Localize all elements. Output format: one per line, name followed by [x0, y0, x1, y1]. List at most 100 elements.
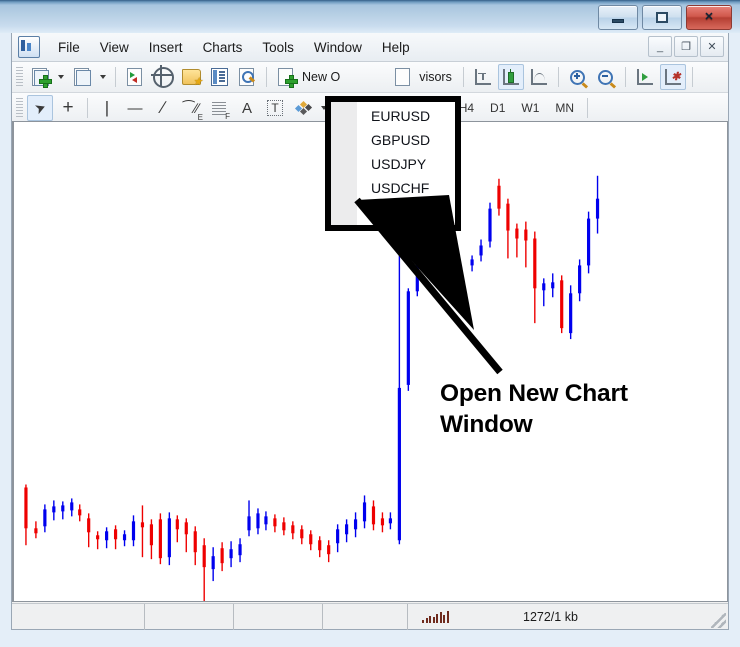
- trendline-icon: ∕: [161, 98, 165, 117]
- status-cell-3: [234, 603, 323, 630]
- toolbar-separator: [624, 67, 626, 87]
- profiles-dropdown-arrow[interactable]: [100, 75, 106, 79]
- menu-item-gbpusd[interactable]: GBPUSD: [357, 128, 455, 152]
- market-watch-icon: [126, 68, 145, 86]
- zoom-out-button[interactable]: [593, 64, 619, 90]
- auto-scroll-button[interactable]: [632, 64, 658, 90]
- menu-insert[interactable]: Insert: [139, 36, 193, 59]
- menu-help[interactable]: Help: [372, 36, 420, 59]
- folder-star-icon: ★: [181, 69, 203, 88]
- text-tool-button[interactable]: A: [234, 95, 260, 121]
- window-controls: ✕: [598, 5, 732, 30]
- timeframe-w1[interactable]: W1: [514, 97, 546, 119]
- navigator-button[interactable]: [234, 64, 260, 90]
- toolbar-grip[interactable]: [16, 98, 23, 118]
- candle-body: [353, 519, 358, 530]
- data-window-icon: [210, 68, 228, 86]
- horizontal-line-button[interactable]: —: [122, 95, 148, 121]
- text-icon: A: [241, 99, 252, 117]
- cursor-tool-button[interactable]: ➤: [27, 95, 53, 121]
- data-window-button[interactable]: [206, 64, 232, 90]
- text-label-button[interactable]: T: [262, 95, 288, 121]
- menu-item-eurusd[interactable]: EURUSD: [357, 104, 455, 128]
- menu-view[interactable]: View: [90, 36, 139, 59]
- standard-toolbar: ★ New O visors ✱: [12, 62, 728, 93]
- maximize-icon: [656, 12, 668, 23]
- zoom-in-button[interactable]: [565, 64, 591, 90]
- vertical-line-button[interactable]: |: [94, 95, 120, 121]
- expert-advisors-button[interactable]: [390, 64, 416, 90]
- bar-chart-icon: [473, 68, 492, 86]
- candle-body: [87, 518, 91, 533]
- candle-body: [61, 505, 65, 512]
- fibonacci-button[interactable]: F: [206, 95, 232, 121]
- resize-grip[interactable]: [711, 613, 726, 628]
- zoom-out-icon: [598, 69, 614, 85]
- toolbar-grip[interactable]: [16, 67, 23, 87]
- candle-body: [193, 531, 197, 553]
- toolbar-separator: [87, 98, 88, 118]
- chart-shift-icon: ✱: [663, 68, 682, 86]
- candle-body: [595, 198, 600, 219]
- candle-body: [273, 518, 277, 527]
- menu-bar: File View Insert Charts Tools Window Hel…: [12, 33, 728, 62]
- status-cell-1: [12, 603, 145, 630]
- window-close-button[interactable]: ✕: [686, 5, 732, 30]
- timeframe-mn[interactable]: MN: [548, 97, 581, 119]
- chart-shift-button[interactable]: ✱: [659, 64, 686, 90]
- new-order-button[interactable]: [273, 64, 299, 90]
- candle-body: [309, 534, 313, 545]
- candle-body: [238, 544, 242, 556]
- candle-body: [220, 548, 224, 564]
- shapes-button[interactable]: [290, 95, 316, 121]
- shapes-icon: [294, 100, 312, 116]
- mdi-minimize-button[interactable]: _: [648, 36, 672, 57]
- candle-body: [318, 540, 322, 551]
- menu-charts[interactable]: Charts: [193, 36, 253, 59]
- menu-item-audusd[interactable]: AUDUSD: [357, 200, 455, 224]
- cursor-icon: ➤: [32, 98, 49, 119]
- candle-body: [371, 506, 376, 525]
- candle-body: [345, 524, 349, 535]
- mdi-restore-button[interactable]: ❐: [674, 36, 698, 57]
- elliott-wave-button[interactable]: ⁀∕∕ E: [178, 95, 204, 122]
- new-chart-button[interactable]: [27, 64, 53, 90]
- market-watch-button[interactable]: [122, 64, 148, 90]
- menu-item-usdjpy[interactable]: USDJPY: [357, 152, 455, 176]
- menu-file[interactable]: File: [48, 36, 90, 59]
- candle-body: [70, 502, 74, 511]
- bar-chart-button[interactable]: [470, 64, 496, 90]
- status-cell-4: [323, 603, 408, 630]
- status-cell-2: [145, 603, 234, 630]
- candle-body: [140, 522, 145, 528]
- favorites-button[interactable]: ★: [178, 64, 204, 90]
- menu-tools[interactable]: Tools: [252, 36, 304, 59]
- new-chart-symbol-menu[interactable]: EURUSD GBPUSD USDJPY USDCHF AUDUSD: [325, 96, 461, 231]
- window-maximize-button[interactable]: [642, 5, 682, 30]
- menu-window[interactable]: Window: [304, 36, 372, 59]
- window-minimize-button[interactable]: [598, 5, 638, 30]
- crosshair-icon: +: [62, 97, 74, 118]
- symbol-list: EURUSD GBPUSD USDJPY USDCHF AUDUSD: [357, 102, 455, 225]
- new-chart-dropdown-arrow[interactable]: [58, 75, 64, 79]
- trendline-button[interactable]: ∕: [150, 95, 176, 121]
- window-titlebar: ✕: [0, 0, 740, 33]
- candle-body: [282, 522, 286, 531]
- crosshair-button[interactable]: [150, 64, 176, 90]
- signal-bar: [425, 618, 428, 623]
- navigator-icon: [238, 68, 257, 86]
- menu-item-usdchf[interactable]: USDCHF: [357, 176, 455, 200]
- mdi-window-controls: _ ❐ ✕: [648, 36, 724, 57]
- candlestick-chart-button[interactable]: [497, 64, 524, 90]
- toolbar-separator: [587, 98, 589, 118]
- line-chart-button[interactable]: [526, 64, 552, 90]
- profiles-button[interactable]: [69, 64, 95, 90]
- timeframe-d1[interactable]: D1: [483, 97, 512, 119]
- candle-body: [560, 280, 564, 329]
- metatrader-logo-icon: [18, 36, 40, 58]
- connection-signal[interactable]: [408, 604, 483, 630]
- menu-gutter: [331, 102, 357, 225]
- crosshair-tool-button[interactable]: +: [55, 95, 81, 121]
- candle-body: [122, 534, 127, 541]
- mdi-close-button[interactable]: ✕: [700, 36, 724, 57]
